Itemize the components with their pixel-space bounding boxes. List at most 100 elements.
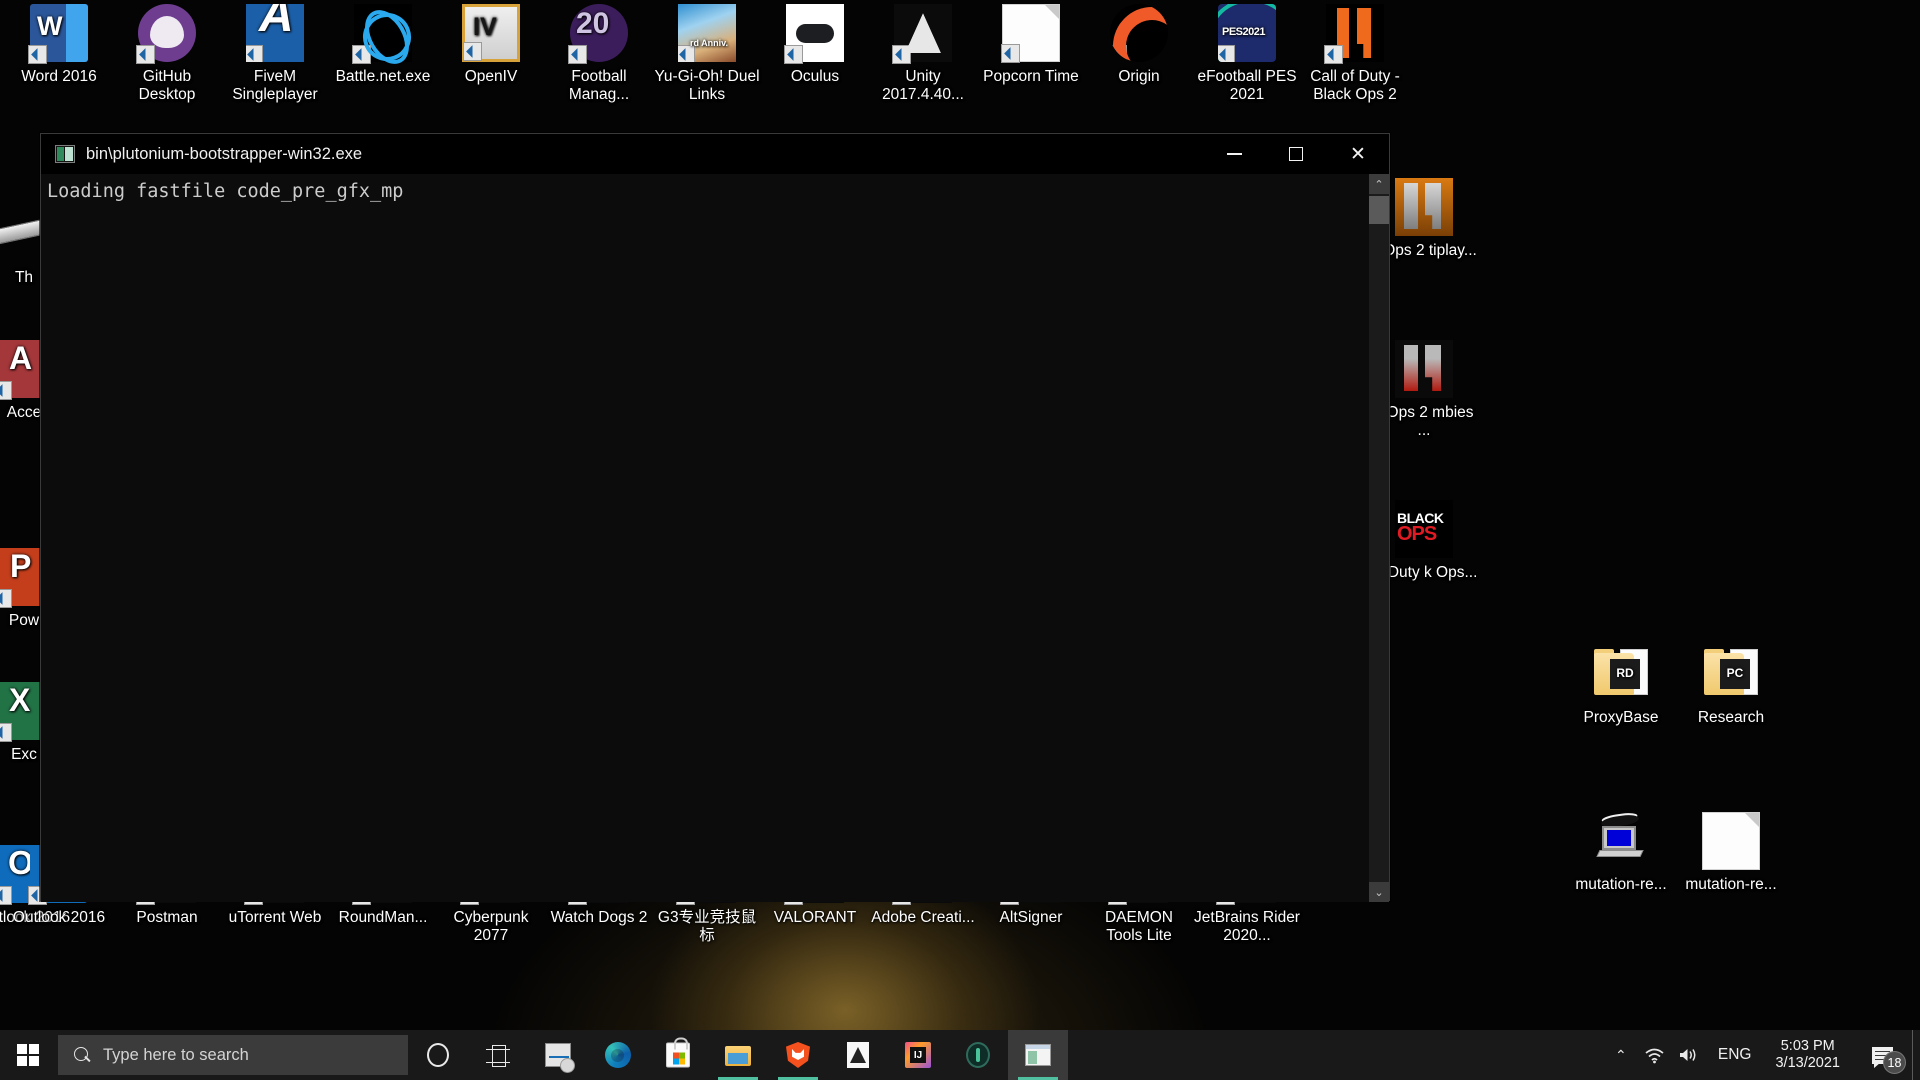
desktop-icon-label: Unity 2017.4.40... — [882, 68, 964, 103]
desktop-icon-top-5[interactable]: Football Manag... — [545, 4, 653, 103]
language-indicator[interactable]: ENG — [1706, 1046, 1764, 1064]
a-openiv-icon — [462, 4, 520, 62]
taskbar-intellij-idea-button[interactable] — [888, 1030, 948, 1080]
desktop-folder-label: Research — [1697, 709, 1765, 726]
desktop-folder-1[interactable]: PC Research — [1677, 645, 1785, 727]
desktop-icon-top-7[interactable]: Oculus — [761, 4, 869, 86]
maximize-icon — [1289, 147, 1303, 161]
a-word-icon — [28, 4, 88, 64]
close-icon: ✕ — [1350, 142, 1366, 165]
desktop[interactable]: Word 2016 GitHub Desktop FiveM Singleplaye… — [0, 0, 1920, 1030]
network-icon[interactable] — [1638, 1047, 1672, 1064]
taskbar-microsoft-store-button[interactable] — [648, 1030, 708, 1080]
console-scrollbar[interactable]: ⌃ ⌄ — [1369, 174, 1389, 902]
clock-date: 3/13/2021 — [1775, 1055, 1840, 1071]
desktop-icon-top-12[interactable]: Call of Duty - Black Ops 2 — [1301, 4, 1409, 103]
cortana-icon — [427, 1043, 449, 1067]
taskbar-performance-monitor-button[interactable] — [528, 1030, 588, 1080]
search-input[interactable]: Type here to search — [58, 1035, 408, 1075]
desktop-file-0[interactable]: mutation-re... — [1567, 812, 1675, 894]
desktop-icon-top-11[interactable]: eFootball PES 2021 — [1193, 4, 1301, 103]
desktop-icon-label: Popcorn Time — [983, 68, 1079, 85]
desktop-folder-0[interactable]: RD ProxyBase — [1567, 645, 1675, 727]
shortcut-arrow-icon — [678, 45, 695, 62]
folder-badge: PC — [1720, 659, 1750, 689]
clock[interactable]: 5:03 PM 3/13/2021 — [1763, 1038, 1852, 1072]
scroll-down-button[interactable]: ⌄ — [1369, 882, 1389, 902]
scrollbar-thumb[interactable] — [1369, 196, 1389, 224]
desktop-icon-label: VALORANT — [773, 909, 857, 926]
desktop-icon-label: Word 2016 — [21, 68, 97, 85]
close-button[interactable]: ✕ — [1327, 134, 1389, 174]
taskbar-oval-button[interactable] — [948, 1030, 1008, 1080]
console-window[interactable]: bin\plutonium-bootstrapper-win32.exe ✕ L… — [40, 133, 1390, 902]
desktop-icon-label: GitHub Desktop — [138, 68, 196, 103]
taskbar-task-view-button[interactable] — [468, 1030, 528, 1080]
folder-badge: RD — [1610, 659, 1640, 689]
generic-file-icon — [1702, 812, 1760, 870]
show-desktop-button[interactable] — [1912, 1030, 1920, 1080]
desktop-icon-top-8[interactable]: Unity 2017.4.40... — [869, 4, 977, 103]
icon-wrap — [545, 1042, 575, 1073]
desktop-file-label: mutation-re... — [1575, 876, 1667, 893]
start-button[interactable] — [0, 1030, 56, 1080]
icon-wrap — [425, 1042, 451, 1068]
search-icon — [74, 1046, 91, 1064]
shortcut-arrow-icon — [28, 45, 47, 64]
taskbar-unity-button[interactable] — [828, 1030, 888, 1080]
shortcut-arrow-icon — [246, 45, 263, 62]
window-title: bin\plutonium-bootstrapper-win32.exe — [86, 144, 363, 163]
system-tray[interactable]: ⌃ ENG 5:03 PM 3/13/2021 18 — [1604, 1030, 1920, 1080]
desktop-icon-top-1[interactable]: GitHub Desktop — [113, 4, 221, 103]
desktop-icon-top-9[interactable]: Popcorn Time — [977, 4, 1085, 86]
desktop-icon-top-2[interactable]: FiveM Singleplayer — [221, 4, 329, 103]
desktop-icon-top-6[interactable]: Yu-Gi-Oh! Duel Links — [653, 4, 761, 103]
screen-shape — [1602, 826, 1636, 850]
minimize-button[interactable] — [1203, 134, 1265, 174]
notification-center-button[interactable]: 18 — [1852, 1030, 1912, 1080]
base-shape — [1596, 850, 1644, 857]
taskbar-brave-button[interactable] — [768, 1030, 828, 1080]
a-github-icon — [136, 4, 196, 64]
desktop-icon-label: Outlook 2016 — [12, 909, 106, 926]
desktop-file-1[interactable]: mutation-re... — [1677, 812, 1785, 894]
a-oculus-icon — [784, 4, 844, 64]
oval-icon — [966, 1042, 990, 1068]
taskbar-file-explorer-button[interactable] — [708, 1030, 768, 1080]
desktop-icon-label: DAEMON Tools Lite — [1104, 909, 1174, 944]
desktop-icon-top-3[interactable]: Battle.net.exe — [329, 4, 437, 86]
shortcut-arrow-icon — [784, 45, 803, 64]
search-placeholder: Type here to search — [103, 1045, 249, 1064]
taskbar-app-list — [408, 1030, 1068, 1080]
desktop-icon-label: G3专业竞技鼠标 — [657, 909, 757, 944]
taskbar-cortana-button[interactable] — [408, 1030, 468, 1080]
console-output-area[interactable]: Loading fastfile code_pre_gfx_mp ⌃ ⌄ — [41, 174, 1389, 902]
maximize-button[interactable] — [1265, 134, 1327, 174]
icon-wrap — [965, 1042, 991, 1068]
desktop-icon-top-10[interactable]: Origin — [1085, 4, 1193, 86]
clock-time: 5:03 PM — [1780, 1038, 1835, 1054]
scroll-up-button[interactable]: ⌃ — [1369, 174, 1389, 194]
taskbar-edge-button[interactable] — [588, 1030, 648, 1080]
a-origin-icon — [1110, 4, 1168, 62]
taskbar[interactable]: Type here to search ⌃ ENG 5:03 PM 3/13/2… — [0, 1030, 1920, 1080]
desktop-icon-label: JetBrains Rider 2020... — [1194, 909, 1300, 944]
volume-icon[interactable] — [1672, 1046, 1706, 1064]
tray-overflow-button[interactable]: ⌃ — [1604, 1047, 1638, 1064]
desktop-icon-label: Oculus — [790, 68, 840, 85]
shortcut-arrow-icon — [1218, 45, 1235, 62]
a-bo2z-icon — [1395, 340, 1453, 398]
brave-icon — [786, 1042, 810, 1068]
taskbar-console-button[interactable] — [1008, 1030, 1068, 1080]
desktop-icon-label: uTorrent Web — [228, 909, 322, 926]
a-bo2mp-icon — [1395, 178, 1453, 236]
desktop-icon-top-0[interactable]: Word 2016 — [5, 4, 113, 86]
window-titlebar[interactable]: bin\plutonium-bootstrapper-win32.exe ✕ — [41, 134, 1389, 174]
a-fivem-icon — [246, 4, 304, 62]
icon-wrap — [845, 1042, 871, 1068]
a-blackops-icon — [1395, 500, 1453, 558]
desktop-icon-top-4[interactable]: OpenIV — [437, 4, 545, 86]
file-explorer-icon — [725, 1044, 751, 1066]
icon-wrap — [1025, 1042, 1051, 1068]
a-bo2-icon — [1324, 4, 1384, 64]
